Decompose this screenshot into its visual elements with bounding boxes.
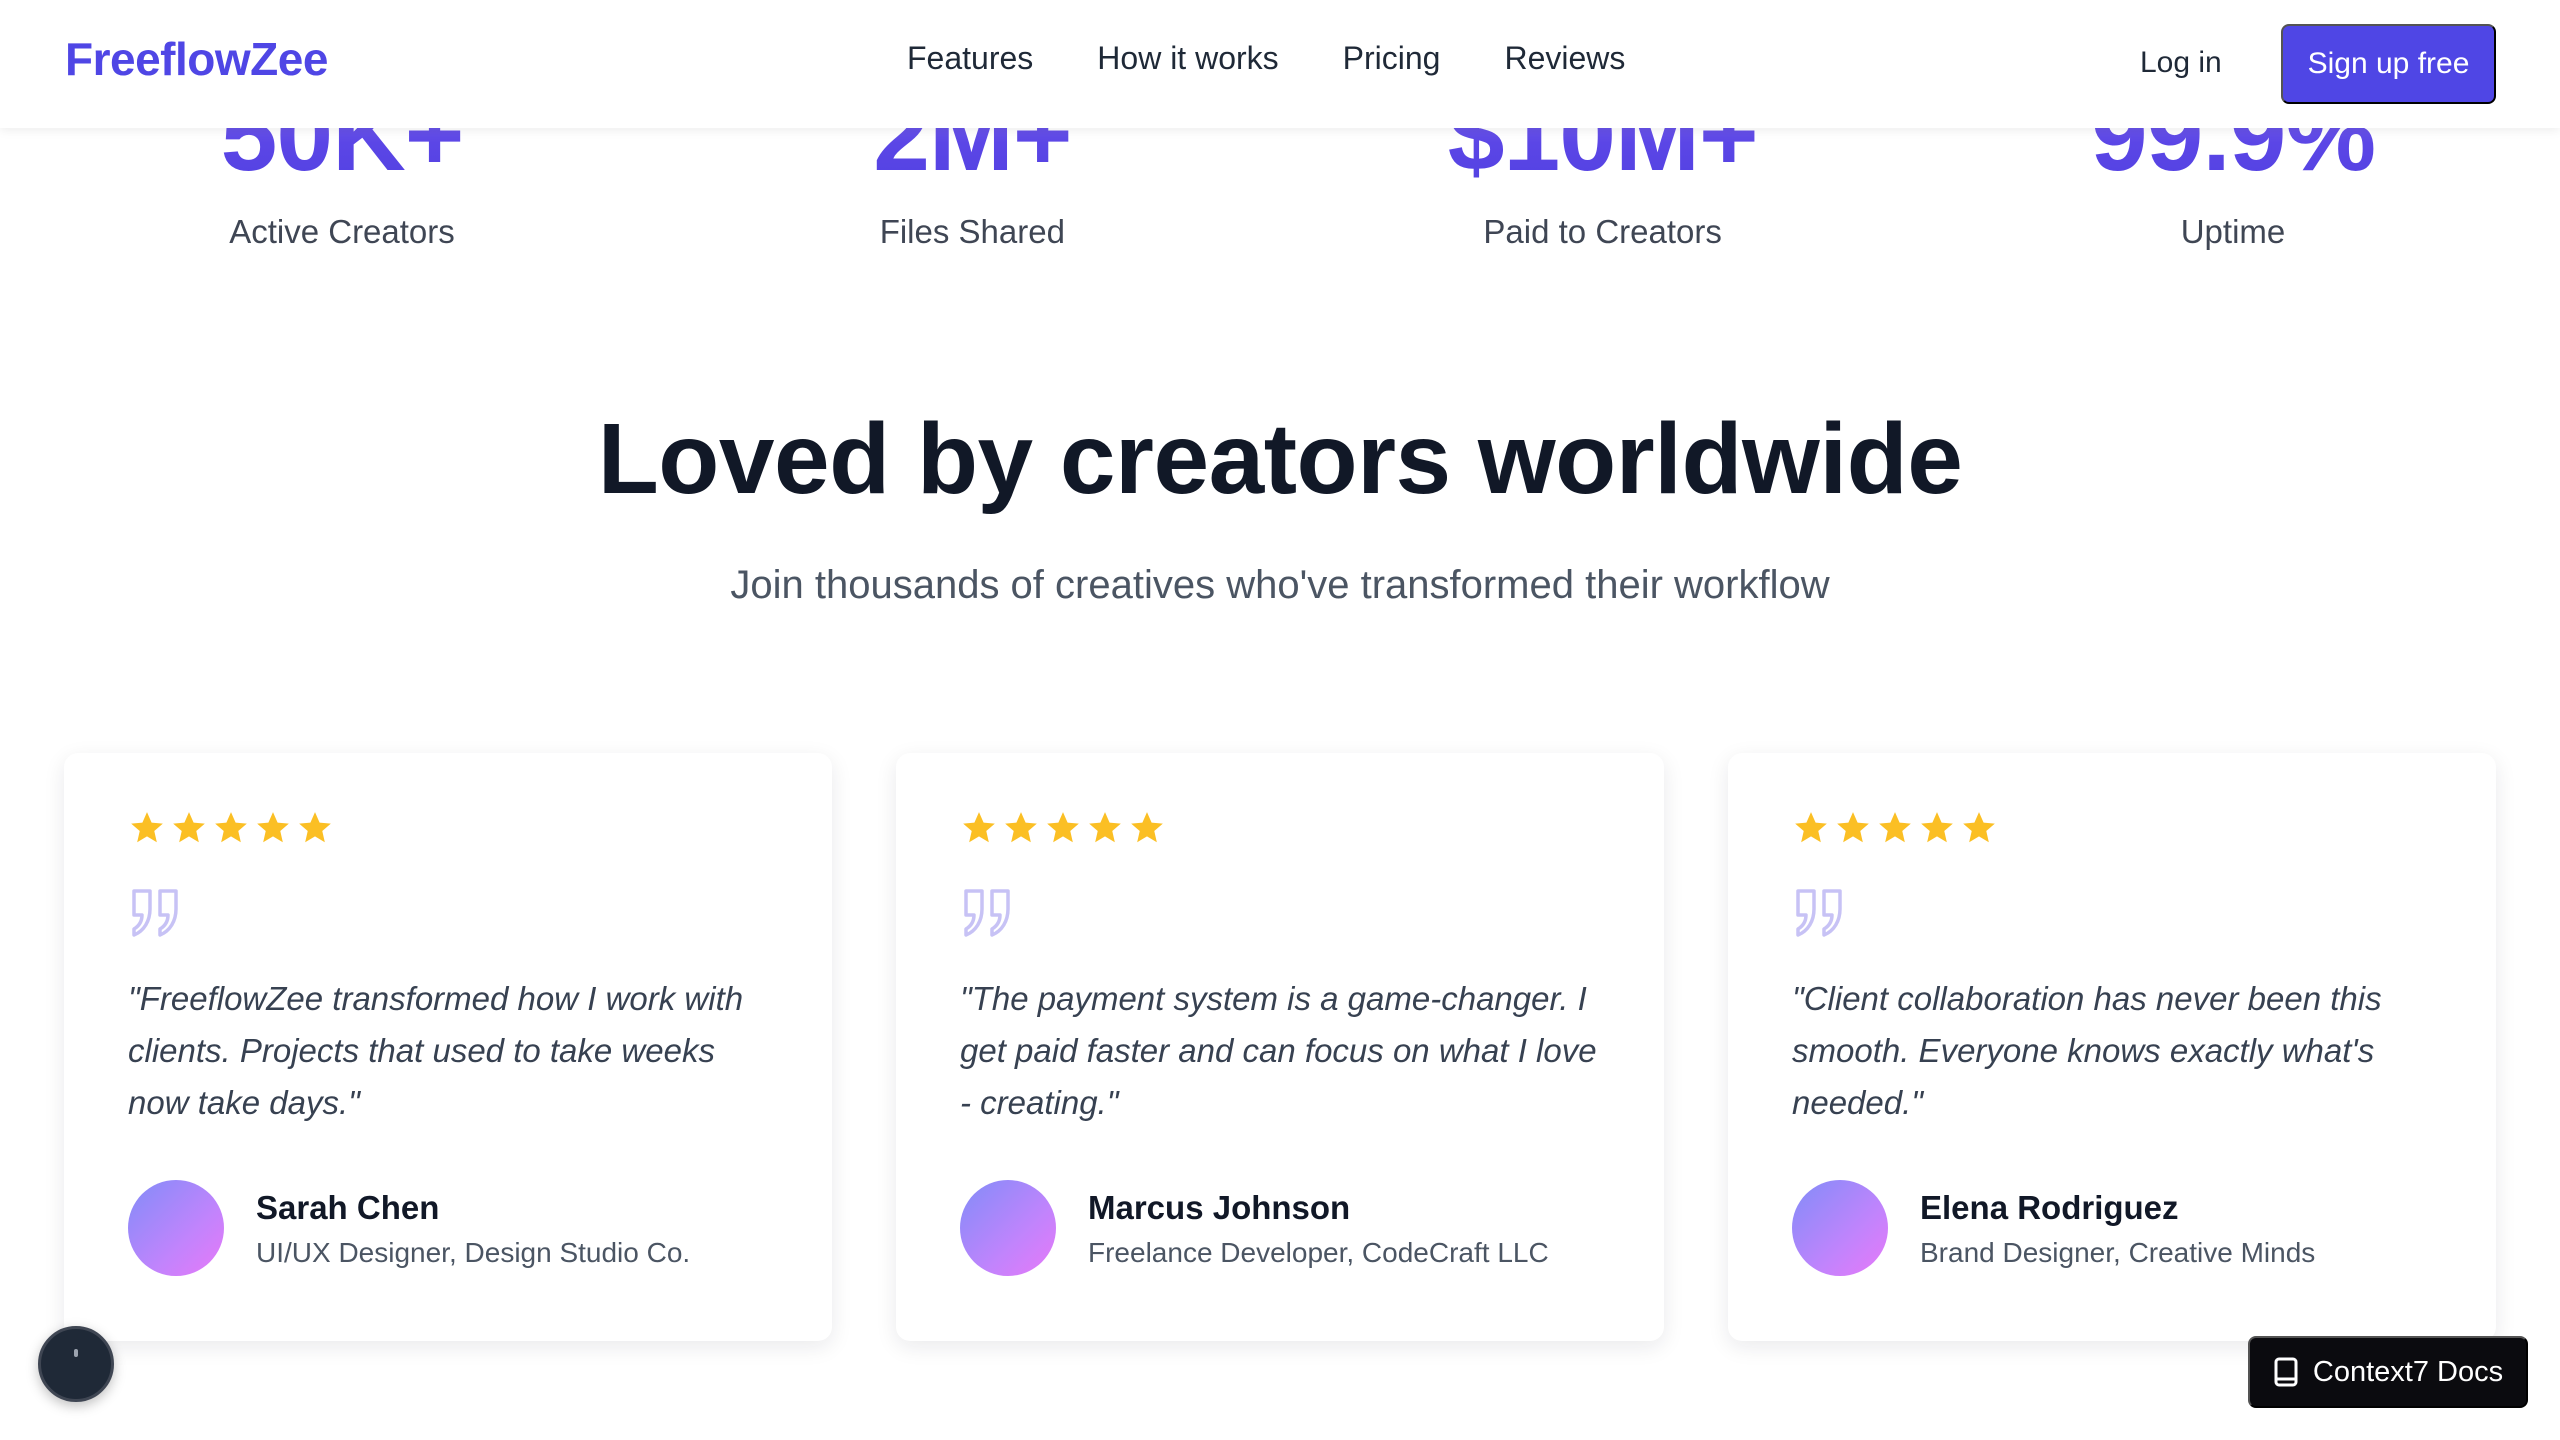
site-header: FreeflowZee Features How it works Pricin…	[0, 0, 2560, 128]
testimonial-card: "FreeflowZee transformed how I work with…	[64, 753, 832, 1341]
star-icon	[299, 812, 331, 843]
testimonial-cards: "FreeflowZee transformed how I work with…	[64, 753, 2496, 1341]
nav-link-features[interactable]: Features	[907, 40, 1033, 77]
author-name: Elena Rodriguez	[1920, 1189, 2179, 1226]
quote-icon	[132, 889, 178, 937]
landing-page: 50K+ Active Creators 2M+ Files Shared $1…	[0, 0, 2560, 1440]
star-icon	[1879, 812, 1911, 843]
author-role: Freelance Developer, CodeCraft LLC	[1088, 1237, 1549, 1268]
quote-icon	[1796, 889, 1842, 937]
star-icon	[215, 812, 247, 843]
section-subtitle: Join thousands of creatives who've trans…	[730, 563, 1830, 607]
testimonial-quote: "Client collaboration has never been thi…	[1792, 980, 2382, 1121]
testimonial-card: "Client collaboration has never been thi…	[1728, 753, 2496, 1341]
nav-link-reviews[interactable]: Reviews	[1504, 40, 1625, 77]
stat-label: Paid to Creators	[1483, 213, 1722, 250]
quote-icon	[964, 889, 1010, 937]
author-name: Marcus Johnson	[1088, 1189, 1351, 1226]
star-icon	[1963, 812, 1995, 843]
star-icon	[963, 812, 995, 843]
docs-button-label: Context7 Docs	[2312, 1355, 2504, 1388]
docs-button[interactable]: Context7 Docs	[2248, 1336, 2528, 1408]
star-icon	[1089, 812, 1121, 843]
star-icon	[1795, 812, 1827, 843]
indicator-icon	[74, 1349, 78, 1357]
star-icon	[1131, 812, 1163, 843]
testimonial-card: "The payment system is a game-changer. I…	[896, 753, 1664, 1341]
star-rating	[128, 809, 334, 847]
dev-tools-button[interactable]	[38, 1326, 114, 1402]
avatar	[960, 1180, 1056, 1276]
author-name: Sarah Chen	[256, 1189, 440, 1226]
testimonial-quote: "FreeflowZee transformed how I work with…	[128, 980, 744, 1121]
star-icon	[1047, 812, 1079, 843]
nav-link-pricing[interactable]: Pricing	[1343, 40, 1441, 77]
author-role: UI/UX Designer, Design Studio Co.	[256, 1237, 691, 1268]
star-icon	[1005, 812, 1037, 843]
star-icon	[131, 812, 163, 843]
star-rating	[1792, 809, 1998, 847]
main-nav: Features How it works Pricing Reviews	[907, 40, 1625, 77]
author-role: Brand Designer, Creative Minds	[1920, 1237, 2316, 1268]
avatar	[128, 1180, 224, 1276]
star-icon	[173, 812, 205, 843]
star-icon	[1837, 812, 1869, 843]
avatar	[1792, 1180, 1888, 1276]
book-icon	[2274, 1357, 2298, 1387]
star-rating	[960, 809, 1166, 847]
testimonial-quote: "The payment system is a game-changer. I…	[960, 980, 1597, 1121]
login-link[interactable]: Log in	[2140, 46, 2222, 80]
stat-label: Uptime	[2180, 213, 2286, 250]
stat-label: Active Creators	[229, 213, 455, 250]
brand-logo[interactable]: FreeflowZee	[65, 32, 328, 86]
star-icon	[1921, 812, 1953, 843]
nav-link-how-it-works[interactable]: How it works	[1097, 40, 1278, 77]
section-title: Loved by creators worldwide	[597, 403, 1963, 515]
star-icon	[257, 812, 289, 843]
signup-button[interactable]: Sign up free	[2281, 24, 2496, 104]
stat-label: Files Shared	[879, 213, 1065, 250]
